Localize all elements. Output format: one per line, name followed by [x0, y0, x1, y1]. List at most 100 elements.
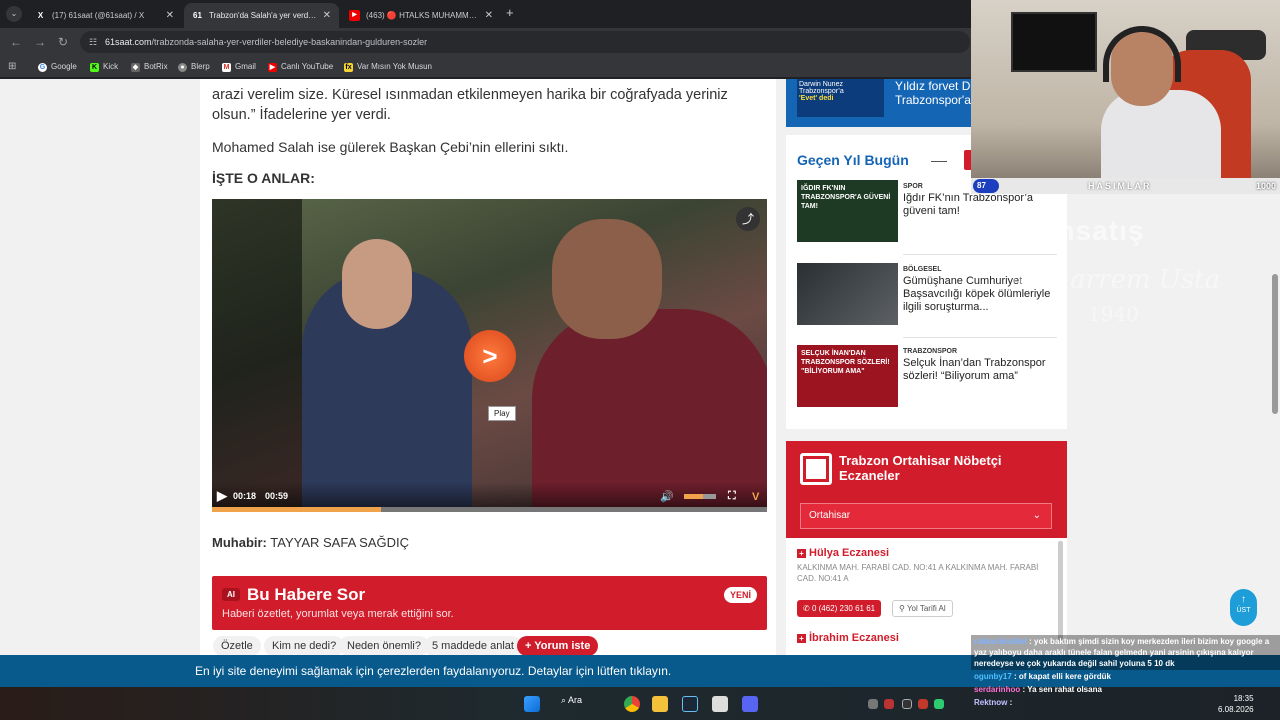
scroll-top-button[interactable]: ↑ ÜST: [1230, 589, 1257, 626]
play-tooltip: Play: [488, 406, 516, 421]
chat-user: ogunby17: [974, 672, 1012, 681]
ask-ai-subtitle: Haberi özetlet, yorumlat veya merak etti…: [222, 608, 454, 620]
taskbar-search[interactable]: ⌕ Ara: [561, 695, 582, 706]
call-button[interactable]: ✆ 0 (462) 230 61 61: [797, 600, 882, 617]
pharmacy-header: Trabzon Ortahisar Nöbetçi Eczaneler Orta…: [786, 441, 1067, 538]
reload-icon[interactable]: ↻: [58, 34, 68, 50]
reporter-line: Muhabir: TAYYAR SAFA SAĞDIÇ: [212, 535, 409, 550]
stream-goal-bar: 87 HASIMLAR 1000: [971, 178, 1280, 194]
chip-kim-ne-dedi[interactable]: Kim ne dedi?: [264, 636, 345, 655]
tray-app-icon[interactable]: [902, 699, 912, 709]
bookmark-label: Var Mısın Yok Musun: [357, 62, 432, 71]
bookmark-kick[interactable]: K Kick: [90, 60, 118, 74]
plus-icon: +: [797, 549, 806, 558]
news-title: Selçuk İnan’dan Trabzonspor sözleri! “Bi…: [903, 357, 1046, 382]
tab-61saat[interactable]: 61 Trabzon'da Salah'a yer verdiler ✕: [184, 3, 339, 28]
divider: [931, 161, 947, 162]
pharmacy-section: Trabzon Ortahisar Nöbetçi Eczaneler Orta…: [786, 441, 1067, 655]
app-icon[interactable]: [712, 696, 728, 712]
video-progress-bar[interactable]: [212, 507, 767, 512]
ask-ai-title: Bu Habere Sor: [247, 585, 366, 604]
news-category: TRABZONSPOR: [903, 348, 958, 355]
list-item[interactable]: SELÇUK İNAN'DAN TRABZONSPOR SÖZLERİ! "Bİ…: [797, 345, 1057, 409]
fullscreen-icon[interactable]: ⛶: [728, 490, 736, 503]
bookmark-botrix[interactable]: ◆ BotRix: [131, 60, 168, 74]
tab-x[interactable]: X (17) 61saat (@61saat) / X ✕: [27, 3, 182, 28]
bookmark-label: Gmail: [235, 62, 256, 71]
ask-ai-box: AI Bu Habere Sor Haberi özetlet, yorumla…: [212, 576, 767, 630]
tray-app-icon[interactable]: [884, 699, 894, 709]
directions-label: Yol Tarifi Al: [906, 604, 946, 613]
chrome-icon[interactable]: [624, 696, 640, 712]
forward-icon[interactable]: →: [34, 34, 46, 50]
bookmark-gmail[interactable]: M Gmail: [222, 60, 256, 74]
webcam-tv: [1011, 12, 1097, 72]
youtube-logo-icon: ▶: [349, 10, 360, 21]
address-bar[interactable]: ☷ 61saat.com/trabzonda-salaha-yer-verdil…: [80, 31, 970, 53]
chat-user: Rektnow: [974, 698, 1008, 707]
tray-app-icon[interactable]: [934, 699, 944, 709]
pharmacy-name[interactable]: + Hülya Eczanesi: [797, 547, 1057, 559]
url-path: /trabzonda-salaha-yer-verdiler-belediye-…: [151, 37, 428, 47]
close-tab-icon[interactable]: ✕: [485, 10, 493, 21]
volume-icon[interactable]: 🔊: [660, 490, 674, 503]
news-thumbnail: IĞDIR FK'NIN TRABZONSPOR'A GÜVENİ TAM!: [797, 180, 898, 242]
share-icon[interactable]: ⤴: [736, 207, 760, 231]
bookmark-youtube[interactable]: ▶ Canlı YouTube: [268, 60, 333, 74]
windows-start-icon[interactable]: [524, 696, 540, 712]
bookmark-blerp[interactable]: ● Blerp: [178, 60, 210, 74]
sponsor-watermark: itemsatış: [1014, 215, 1145, 246]
stream-chat-overlay: rakkasbisiklet : yok baktım şimdi sizin …: [971, 635, 1280, 720]
tab-search-button[interactable]: ⌄: [6, 6, 22, 22]
chip-5-madde[interactable]: 5 maddede anlat: [424, 636, 522, 655]
pharmacy-item: + Hülya Eczanesi KALKINMA MAH. FARABİ CAD…: [797, 547, 1057, 617]
discord-icon[interactable]: [742, 696, 758, 712]
video-frame-shadow: [212, 199, 302, 512]
video-player[interactable]: ⤴ > Play ▶ 00:18 00:59 🔊 ⛶ V: [212, 199, 767, 512]
tray-app-icon[interactable]: [868, 699, 878, 709]
pharmacy-name-text: İbrahim Eczanesi: [809, 632, 899, 644]
news-category: SPOR: [903, 183, 923, 190]
volume-slider[interactable]: [684, 494, 716, 499]
thumb-text: 'Evet' dedi: [799, 95, 834, 102]
pharmacy-scrollbar[interactable]: [1058, 541, 1063, 641]
site-info-icon[interactable]: ☷: [89, 31, 97, 53]
blerp-icon: ●: [178, 62, 187, 72]
bookmark-google[interactable]: G Google: [38, 60, 77, 74]
divider: [903, 254, 1057, 255]
chip-yorum-iste[interactable]: + Yorum iste: [517, 636, 599, 655]
news-thumbnail: SELÇUK İNAN'DAN TRABZONSPOR SÖZLERİ! "Bİ…: [797, 345, 898, 407]
close-tab-icon[interactable]: ✕: [323, 10, 331, 21]
chip-ozetle[interactable]: Özetle: [213, 636, 261, 655]
tab-title: Trabzon'da Salah'a yer verdiler: [209, 11, 317, 20]
new-tab-button[interactable]: +: [506, 6, 514, 20]
tab-youtube[interactable]: ▶ (463) 🔴 HTALKS MUHAMMED ✕: [341, 3, 501, 28]
close-tab-icon[interactable]: ✕: [166, 10, 174, 21]
folder-icon[interactable]: [652, 696, 668, 712]
webcam-person: [1101, 90, 1221, 178]
play-icon[interactable]: ▶: [217, 488, 227, 504]
directions-button[interactable]: ⚲ Yol Tarifi Al: [892, 600, 953, 617]
district-value: Ortahisar: [809, 510, 851, 521]
bookmark-label: Kick: [103, 62, 119, 71]
chat-message: ogunby17 : of kapat elli kere gördük: [974, 672, 1111, 681]
goal-level: 87: [973, 179, 999, 193]
thumb-text: Darwin Nunez: [799, 81, 843, 88]
back-icon[interactable]: ←: [10, 34, 22, 50]
chip-neden-onemli[interactable]: Neden önemli?: [339, 636, 429, 655]
pharmacy-address: KALKINMA MAH. FARABİ CAD. NO:41 A KALKIN…: [797, 563, 1039, 583]
play-button[interactable]: >: [464, 330, 516, 382]
video-current-time: 00:18: [233, 491, 257, 501]
district-select[interactable]: Ortahisar ⌄: [800, 503, 1052, 529]
tray-app-icon[interactable]: [918, 699, 928, 709]
bookmark-varmisin[interactable]: fx Var Mısın Yok Musun: [344, 60, 432, 74]
steam-icon[interactable]: [682, 696, 698, 712]
scrollbar-thumb[interactable]: [1272, 274, 1278, 414]
video-frame-person: [552, 219, 662, 339]
gmail-icon: M: [222, 62, 231, 72]
news-category: BÖLGESEL: [903, 266, 942, 273]
headphones-icon: [1103, 26, 1181, 82]
google-icon: G: [38, 62, 47, 72]
apps-icon[interactable]: ⊞: [8, 60, 16, 74]
news-title-line: Trabzonspor'a: [895, 93, 971, 107]
